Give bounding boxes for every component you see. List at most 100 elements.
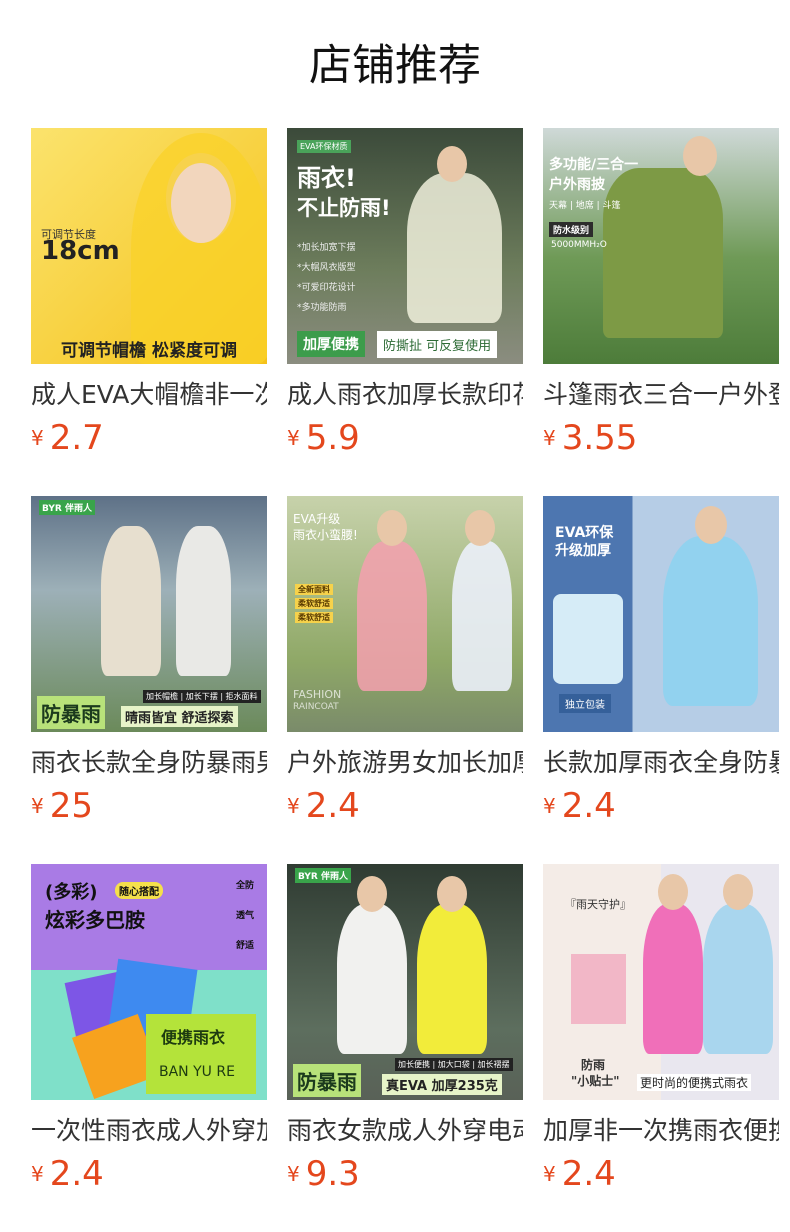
- currency-symbol: ¥: [543, 1162, 556, 1186]
- model-head: [658, 874, 688, 910]
- thumb-text: 全新面料: [295, 584, 333, 595]
- product-name[interactable]: 加厚非一次携雨衣便携: [543, 1114, 779, 1148]
- thumb-text: 柔软舒适: [295, 612, 333, 623]
- price-value: 5.9: [305, 418, 360, 458]
- price-value: 9.3: [305, 1154, 360, 1194]
- model-figure: [452, 541, 512, 691]
- product-image[interactable]: EVA环保 升级加厚 独立包装: [543, 496, 779, 732]
- thumb-text: 防水级别: [549, 222, 594, 237]
- thumb-badge: 加厚便携: [297, 331, 365, 357]
- product-name[interactable]: 雨衣长款全身防暴雨男: [31, 746, 267, 780]
- thumb-text: 加长便携 | 加大口袋 | 加长褶摆: [395, 1058, 513, 1071]
- model-figure: [337, 904, 407, 1054]
- thumb-tag: 随心搭配: [115, 882, 163, 899]
- price-value: 3.55: [561, 418, 638, 458]
- thumb-text: 5000MMH₂O: [551, 240, 607, 250]
- thumb-text: 便携雨衣: [161, 1028, 226, 1047]
- model-head: [437, 876, 467, 912]
- price-value: 2.7: [49, 418, 104, 458]
- thumb-text: 雨衣!: [297, 164, 356, 192]
- product-image[interactable]: BYR 伴雨人 加长便携 | 加大口袋 | 加长褶摆 防暴雨 真EVA 加厚23…: [287, 864, 523, 1100]
- product-image[interactable]: EVA升级 雨衣小蛮腰! 全新面料 柔软舒适 柔软舒适 FASHION RAIN…: [287, 496, 523, 732]
- product-name[interactable]: 户外旅游男女加长加厚: [287, 746, 523, 780]
- product-card[interactable]: 『雨天守护』 防雨 "小贴士" 更时尚的便携式雨衣 加厚非一次携雨衣便携 ¥2.…: [543, 864, 779, 1232]
- thumb-text: 炫彩多巴胺: [45, 908, 145, 932]
- currency-symbol: ¥: [287, 426, 300, 450]
- product-card[interactable]: 多功能/三合一 户外雨披 天幕 | 地席 | 斗篷 防水级别 5000MMH₂O…: [543, 128, 779, 496]
- currency-symbol: ¥: [31, 1162, 44, 1186]
- thumb-text: 不止防雨!: [297, 196, 391, 220]
- thumb-text: (多彩): [45, 882, 98, 903]
- product-price: ¥2.4: [31, 1154, 104, 1194]
- thumb-text: 加长帽檐 | 加长下摆 | 拒水面料: [143, 690, 261, 703]
- product-image[interactable]: (多彩) 随心搭配 炫彩多巴胺 全防 透气 舒适 便携雨衣 BAN YU RE: [31, 864, 267, 1100]
- product-name[interactable]: 一次性雨衣成人外穿加: [31, 1114, 267, 1148]
- thumb-tag: EVA环保材质: [297, 140, 351, 153]
- currency-symbol: ¥: [31, 426, 44, 450]
- price-value: 2.4: [305, 786, 360, 826]
- thumb-text: EVA升级: [293, 512, 341, 526]
- product-card[interactable]: BYR 伴雨人 加长便携 | 加大口袋 | 加长褶摆 防暴雨 真EVA 加厚23…: [287, 864, 523, 1232]
- currency-symbol: ¥: [543, 426, 556, 450]
- package-image: [571, 954, 626, 1024]
- page-title: 店铺推荐: [309, 41, 481, 91]
- product-price: ¥2.4: [287, 786, 360, 826]
- price-value: 2.4: [561, 1154, 616, 1194]
- price-value: 25: [49, 786, 93, 826]
- thumb-text: 防雨: [581, 1058, 606, 1072]
- product-name[interactable]: 长款加厚雨衣全身防暴: [543, 746, 779, 780]
- thumb-text: 舒适: [236, 941, 255, 951]
- product-card[interactable]: 可调节长度 18cm 可调节帽檐 松紧度可调 成人EVA大帽檐非一次 ¥2.7: [31, 128, 267, 496]
- thumb-text: 雨衣小蛮腰!: [293, 528, 358, 542]
- thumb-caption: 更时尚的便携式雨衣: [637, 1074, 752, 1091]
- package-image: [553, 594, 623, 684]
- model-figure: [357, 541, 427, 691]
- model-face: [171, 163, 231, 243]
- price-value: 2.4: [49, 1154, 104, 1194]
- thumb-brand: BYR 伴雨人: [295, 868, 351, 883]
- thumb-badge: 独立包装: [559, 694, 611, 713]
- product-card[interactable]: EVA环保 升级加厚 独立包装 长款加厚雨衣全身防暴 ¥2.4: [543, 496, 779, 864]
- thumb-text: "小贴士": [571, 1074, 620, 1088]
- currency-symbol: ¥: [287, 794, 300, 818]
- model-figure: [101, 526, 161, 676]
- thumb-caption: 晴雨皆宜 舒适探索: [121, 706, 238, 727]
- product-price: ¥3.55: [543, 418, 637, 458]
- thumb-text: RAINCOAT: [293, 702, 339, 712]
- product-image[interactable]: 多功能/三合一 户外雨披 天幕 | 地席 | 斗篷 防水级别 5000MMH₂O: [543, 128, 779, 364]
- thumb-text: 透气: [236, 911, 255, 921]
- model-figure: [643, 904, 703, 1054]
- model-head: [465, 510, 495, 546]
- product-image[interactable]: 『雨天守护』 防雨 "小贴士" 更时尚的便携式雨衣: [543, 864, 779, 1100]
- product-name[interactable]: 雨衣女款成人外穿电动: [287, 1114, 523, 1148]
- model-head: [357, 876, 387, 912]
- product-card[interactable]: (多彩) 随心搭配 炫彩多巴胺 全防 透气 舒适 便携雨衣 BAN YU RE …: [31, 864, 267, 1232]
- product-card[interactable]: BYR 伴雨人 加长帽檐 | 加长下摆 | 拒水面料 防暴雨 晴雨皆宜 舒适探索…: [31, 496, 267, 864]
- thumb-brand: BYR 伴雨人: [39, 500, 95, 515]
- thumb-badge: 防暴雨: [37, 696, 105, 729]
- product-name[interactable]: 成人EVA大帽檐非一次: [31, 378, 267, 412]
- product-image[interactable]: 可调节长度 18cm 可调节帽檐 松紧度可调: [31, 128, 267, 364]
- model-head: [437, 146, 467, 182]
- product-price: ¥2.7: [31, 418, 104, 458]
- product-price: ¥5.9: [287, 418, 360, 458]
- thumb-caption: 防撕扯 可反复使用: [377, 331, 498, 358]
- thumb-text: 18cm: [41, 236, 120, 266]
- thumb-text: *大帽风衣版型: [297, 263, 356, 273]
- model-head: [683, 136, 717, 176]
- product-price: ¥25: [31, 786, 93, 826]
- product-name[interactable]: 斗篷雨衣三合一户外登: [543, 378, 779, 412]
- model-figure: [176, 526, 231, 676]
- model-head: [377, 510, 407, 546]
- product-image[interactable]: EVA环保材质 雨衣! 不止防雨! *加长加宽下摆 *大帽风衣版型 *可爱印花设…: [287, 128, 523, 364]
- product-price: ¥9.3: [287, 1154, 360, 1194]
- model-head: [695, 506, 727, 544]
- thumb-text: 柔软舒适: [295, 598, 333, 609]
- product-name[interactable]: 成人雨衣加厚长款印花: [287, 378, 523, 412]
- product-image[interactable]: BYR 伴雨人 加长帽檐 | 加长下摆 | 拒水面料 防暴雨 晴雨皆宜 舒适探索: [31, 496, 267, 732]
- thumb-text: 户外雨披: [549, 177, 605, 193]
- product-card[interactable]: EVA升级 雨衣小蛮腰! 全新面料 柔软舒适 柔软舒适 FASHION RAIN…: [287, 496, 523, 864]
- thumb-text: FASHION: [293, 688, 342, 701]
- product-card[interactable]: EVA环保材质 雨衣! 不止防雨! *加长加宽下摆 *大帽风衣版型 *可爱印花设…: [287, 128, 523, 496]
- model-figure: [703, 904, 773, 1054]
